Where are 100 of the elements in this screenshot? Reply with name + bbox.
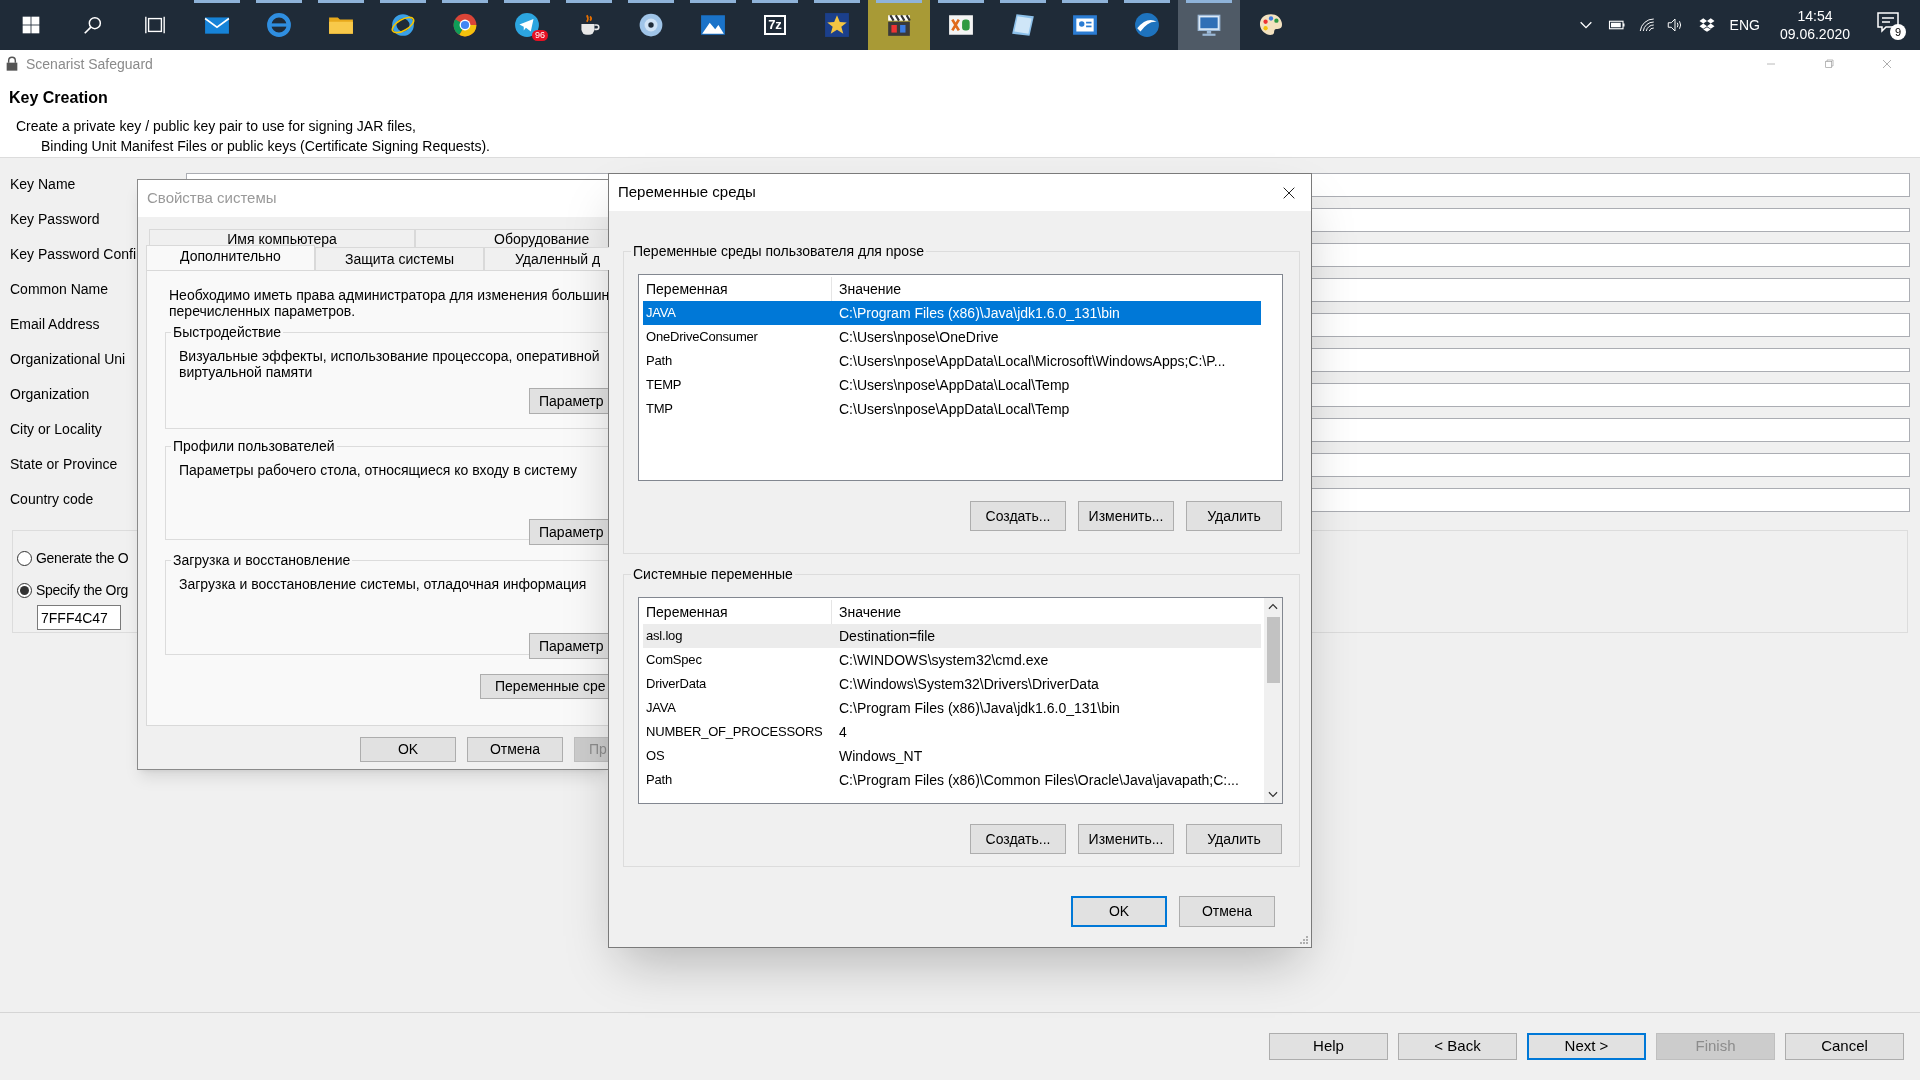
- dialog-button[interactable]: Изменить...: [1078, 501, 1174, 531]
- settings-button[interactable]: Параметр: [529, 633, 609, 659]
- monitor-icon: [1196, 12, 1222, 38]
- list-row[interactable]: asl.log Destination=file: [643, 624, 1261, 648]
- table-cell-text: JAVA: [645, 699, 677, 718]
- description-line: Create a private key / public key pair to use for signing JAR files,: [15, 117, 417, 136]
- box-icon[interactable]: [1697, 16, 1716, 34]
- list-row[interactable]: Path C:\Users\npose\AppData\Local\Microsoft\WindowsApps;C:\P...: [643, 349, 1261, 373]
- dialog-button[interactable]: Создать...: [970, 501, 1066, 531]
- dialog-button[interactable]: OK: [360, 737, 456, 762]
- list-row[interactable]: DriverData C:\Windows\System32\Drivers\DriverData: [643, 672, 1261, 696]
- dialog-button[interactable]: Удалить: [1186, 824, 1282, 854]
- tab[interactable]: Защита системы: [315, 247, 484, 270]
- table-cell-text: NUMBER_OF_PROCESSORS: [645, 723, 824, 742]
- table-cell-text: C:\Program Files (x86)\Java\jdk1.6.0_131\bin: [838, 303, 1120, 323]
- clock-time[interactable]: 14:54: [1797, 7, 1833, 25]
- group-text: Визуальные эффекты, использование процессора, оперативной: [179, 348, 601, 364]
- radio-label: Generate the O: [36, 548, 129, 568]
- column-header[interactable]: Значение: [832, 278, 902, 300]
- settings-button[interactable]: Параметр: [529, 388, 609, 414]
- notification-count: 9: [1890, 24, 1906, 40]
- environment-variables-button[interactable]: Переменные сре: [480, 674, 609, 699]
- list-row[interactable]: ComSpec C:\WINDOWS\system32\cmd.exe: [643, 648, 1261, 672]
- table-cell-text: 4: [838, 722, 847, 742]
- volume-icon[interactable]: [1665, 16, 1684, 34]
- text-field[interactable]: 7FFF4C47: [37, 605, 121, 630]
- radio-button[interactable]: [17, 582, 32, 598]
- table-cell-text: OneDriveConsumer: [645, 328, 759, 347]
- radio-label: Specify the Org: [36, 580, 128, 600]
- notes-icon: [1010, 12, 1036, 38]
- table-cell-text: C:\Users\npose\AppData\Local\Temp: [838, 375, 1070, 395]
- dialog-button[interactable]: OK: [1071, 896, 1167, 927]
- windows-icon: [21, 15, 41, 35]
- dialog-title: Свойства системы: [147, 188, 277, 209]
- table-cell-text: Windows_NT: [838, 746, 923, 766]
- taskbar-button[interactable]: 96: [496, 0, 558, 50]
- browser-icon: [390, 12, 416, 38]
- note-line: перечисленных параметров.: [169, 303, 357, 319]
- dialog-button[interactable]: Удалить: [1186, 501, 1282, 531]
- browser-icon: [266, 12, 292, 38]
- search-icon: [82, 14, 104, 36]
- wifi-icon[interactable]: [1637, 16, 1656, 34]
- list-row[interactable]: OS Windows_NT: [643, 744, 1261, 768]
- table-cell-text: ComSpec: [645, 651, 703, 670]
- wizard-button[interactable]: Cancel: [1785, 1033, 1904, 1060]
- dialog-button[interactable]: Отмена: [1179, 896, 1275, 927]
- tab[interactable]: Имя компьютера: [149, 229, 415, 247]
- list-row[interactable]: TMP C:\Users\npose\AppData\Local\Temp: [643, 397, 1261, 421]
- list-row[interactable]: JAVA C:\Program Files (x86)\Java\jdk1.6.0_131\bin: [643, 696, 1261, 720]
- settings-button[interactable]: Параметр: [529, 519, 609, 545]
- group-text: виртуальной памяти: [179, 364, 314, 380]
- dialog-button[interactable]: Изменить...: [1078, 824, 1174, 854]
- image-icon: [700, 12, 726, 38]
- wizard-button[interactable]: Next >: [1527, 1033, 1646, 1060]
- tab[interactable]: Удаленный д: [484, 247, 609, 270]
- table-cell-text: Path: [645, 352, 673, 371]
- window-title: Scenarist Safeguard: [26, 54, 153, 74]
- dialog-title: Переменные среды: [618, 182, 756, 203]
- scroll-thumb[interactable]: [1266, 617, 1280, 683]
- table-cell-text: Path: [645, 771, 673, 790]
- field-label: Country code: [9, 490, 95, 509]
- note-line: Необходимо иметь права администратора для изменения большин: [169, 287, 609, 303]
- list-row[interactable]: Path C:\Program Files (x86)\Common Files\Oracle\Java\javapath;C:...: [643, 768, 1261, 792]
- resize-grip-icon[interactable]: [1297, 933, 1309, 945]
- tab[interactable]: Дополнительно: [146, 245, 315, 270]
- group-title: Системные переменные: [631, 566, 795, 582]
- unread-badge: 96: [532, 30, 548, 41]
- dialog-button[interactable]: Создать...: [970, 824, 1066, 854]
- list-row[interactable]: JAVA C:\Program Files (x86)\Java\jdk1.6.0_131\bin: [643, 301, 1261, 325]
- task-view-icon: [144, 14, 166, 36]
- language-indicator[interactable]: ENG: [1729, 14, 1760, 36]
- clock-date[interactable]: 09.06.2020: [1779, 25, 1850, 43]
- radio-button[interactable]: [17, 550, 32, 566]
- archive-logo: 7z: [764, 15, 786, 35]
- table-cell-text: C:\Users\npose\OneDrive: [838, 327, 999, 347]
- column-header[interactable]: Значение: [832, 601, 902, 623]
- tab[interactable]: Оборудование: [415, 229, 609, 247]
- scrollbar[interactable]: [1264, 598, 1282, 803]
- taskbar-button[interactable]: 7z: [744, 0, 806, 50]
- group-text: Параметры рабочего стола, относящиеся ко входу в систему: [179, 462, 578, 478]
- notification-icon[interactable]: [1876, 10, 1900, 34]
- list-row[interactable]: NUMBER_OF_PROCESSORS 4: [643, 720, 1261, 744]
- description-line: Binding Unit Manifest Files or public keys (Certificate Signing Requests).: [40, 137, 491, 156]
- contact-card-icon: [1072, 12, 1098, 38]
- table-cell-text: DriverData: [645, 675, 708, 694]
- field-label: Organization: [9, 385, 91, 404]
- wizard-button[interactable]: < Back: [1398, 1033, 1517, 1060]
- wizard-button[interactable]: Help: [1269, 1033, 1388, 1060]
- table-cell-text: C:\Users\npose\AppData\Local\Microsoft\WindowsApps;C:\P...: [838, 351, 1226, 371]
- list-row[interactable]: OneDriveConsumer C:\Users\npose\OneDrive: [643, 325, 1261, 349]
- group-title: Переменные среды пользователя для npose: [631, 243, 926, 259]
- dialog-button[interactable]: Отмена: [467, 737, 563, 762]
- globe-icon: [1134, 12, 1160, 38]
- list-row[interactable]: TEMP C:\Users\npose\AppData\Local\Temp: [643, 373, 1261, 397]
- taskbar-button[interactable]: [868, 0, 930, 50]
- group-title: Профили пользователей: [171, 438, 337, 454]
- field-label: Key Name: [9, 175, 77, 194]
- browser-icon: [452, 12, 478, 38]
- group-text: Загрузка и восстановление системы, отладочная информация: [179, 576, 588, 592]
- page-title: Key Creation: [9, 88, 109, 108]
